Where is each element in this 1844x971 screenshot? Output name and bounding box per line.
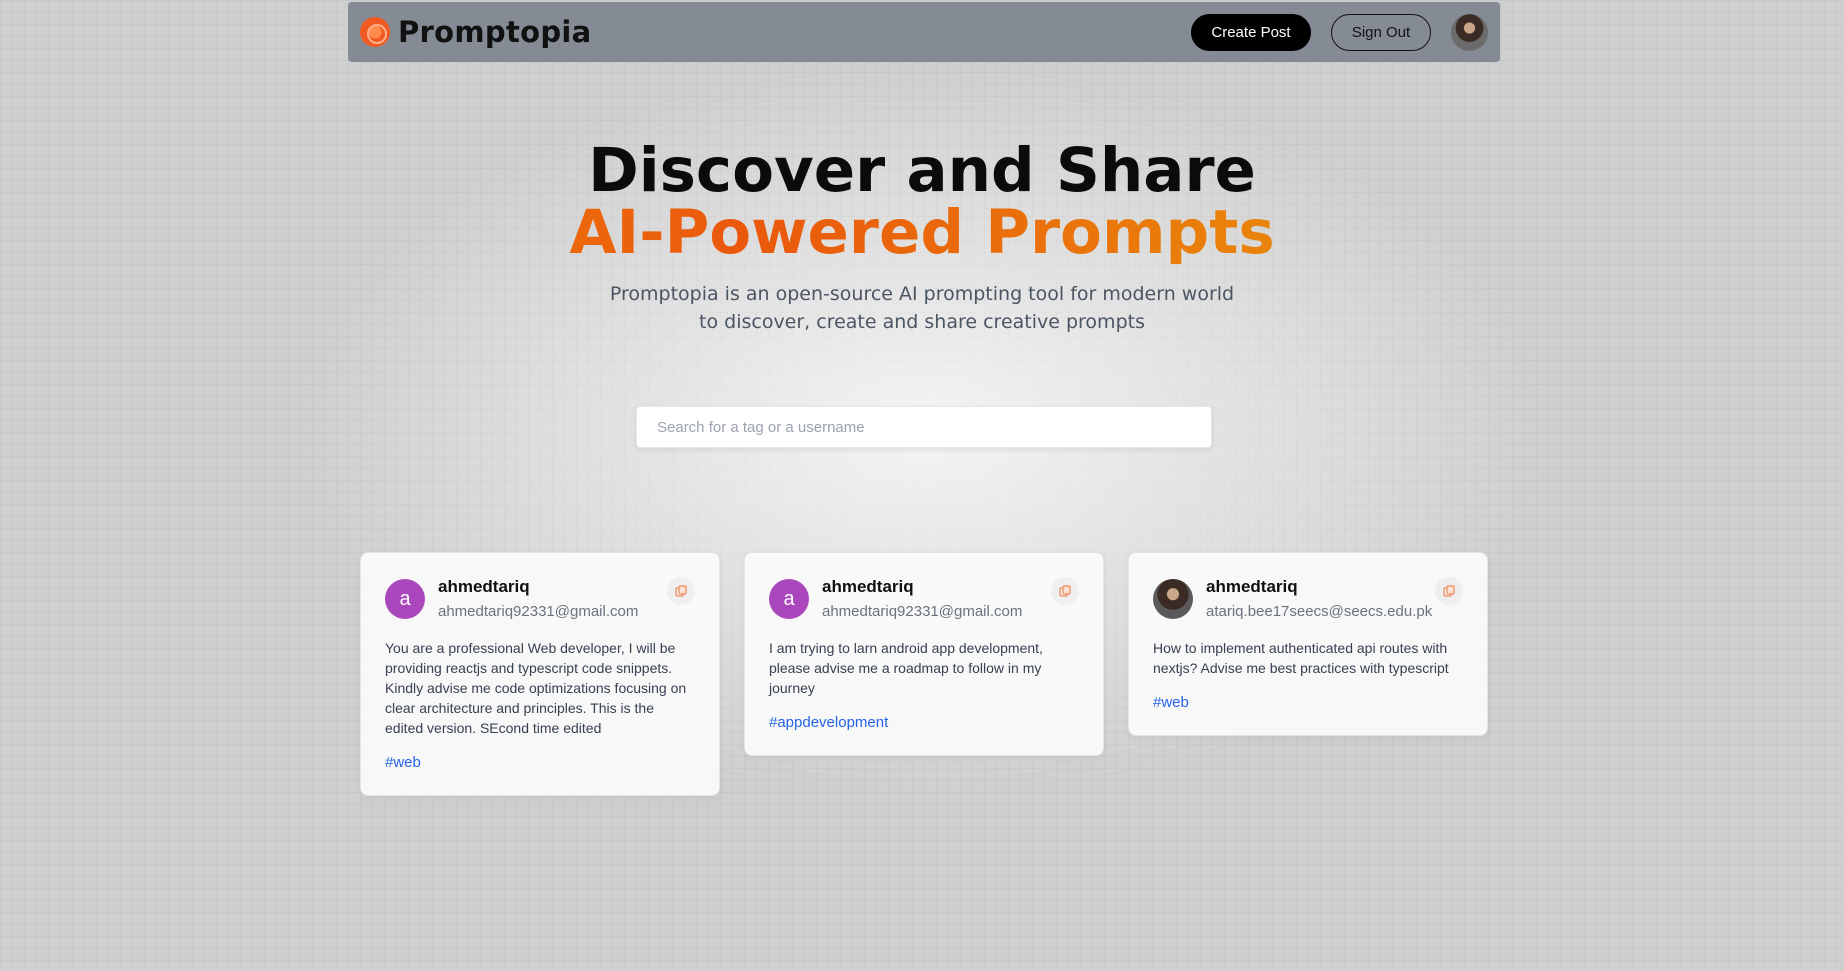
- hero-title-line2: AI-Powered Prompts: [0, 202, 1844, 264]
- hero-title: Discover and Share AI-Powered Prompts: [0, 140, 1844, 264]
- brand-link[interactable]: Promptopia: [360, 15, 592, 49]
- hero-title-line1: Discover and Share: [588, 135, 1256, 206]
- prompt-text: I am trying to larn android app developm…: [769, 640, 1043, 696]
- copy-button[interactable]: [1435, 577, 1463, 605]
- prompt-tag[interactable]: #web: [385, 754, 695, 771]
- prompt-text: How to implement authenticated api route…: [1153, 640, 1449, 676]
- navbar: Promptopia Create Post Sign Out: [348, 2, 1500, 62]
- copy-icon: [1443, 585, 1455, 597]
- card-header: ahmedtariq atariq.bee17seecs@seecs.edu.p…: [1153, 577, 1463, 620]
- username: ahmedtariq: [1206, 577, 1298, 596]
- nav-actions: Create Post Sign Out: [1191, 13, 1488, 51]
- user-email: ahmedtariq92331@gmail.com: [438, 603, 639, 620]
- prompt-tag[interactable]: #web: [1153, 694, 1463, 711]
- create-post-button[interactable]: Create Post: [1191, 13, 1311, 51]
- brand-name: Promptopia: [398, 15, 592, 49]
- user-avatar[interactable]: a: [769, 579, 809, 619]
- user-info[interactable]: ahmedtariq ahmedtariq92331@gmail.com: [822, 577, 1022, 620]
- hero-description: Promptopia is an open-source AI promptin…: [609, 283, 1235, 333]
- user-info[interactable]: ahmedtariq ahmedtariq92331@gmail.com: [438, 577, 638, 620]
- profile-avatar[interactable]: [1451, 13, 1488, 51]
- prompt-card: a ahmedtariq ahmedtariq92331@gmail.com Y…: [360, 552, 720, 796]
- copy-button[interactable]: [1051, 577, 1079, 605]
- copy-icon: [1059, 585, 1071, 597]
- card-header: a ahmedtariq ahmedtariq92331@gmail.com: [769, 577, 1079, 620]
- prompt-tag[interactable]: #appdevelopment: [769, 714, 1079, 731]
- username: ahmedtariq: [822, 577, 914, 596]
- user-avatar[interactable]: a: [385, 579, 425, 619]
- copy-button[interactable]: [667, 577, 695, 605]
- prompt-card: a ahmedtariq ahmedtariq92331@gmail.com I…: [744, 552, 1104, 756]
- sign-out-button[interactable]: Sign Out: [1331, 13, 1431, 51]
- hero-section: Discover and Share AI-Powered Prompts Pr…: [0, 140, 1844, 336]
- user-info[interactable]: ahmedtariq atariq.bee17seecs@seecs.edu.p…: [1206, 577, 1432, 620]
- promptopia-logo-icon: [360, 17, 390, 47]
- user-email: ahmedtariq92331@gmail.com: [822, 603, 1023, 620]
- card-header: a ahmedtariq ahmedtariq92331@gmail.com: [385, 577, 695, 620]
- user-avatar[interactable]: [1153, 579, 1193, 619]
- copy-icon: [675, 585, 687, 597]
- user-email: atariq.bee17seecs@seecs.edu.pk: [1206, 603, 1433, 620]
- prompt-text: You are a professional Web developer, I …: [385, 640, 687, 736]
- username: ahmedtariq: [438, 577, 530, 596]
- prompt-card: ahmedtariq atariq.bee17seecs@seecs.edu.p…: [1128, 552, 1488, 736]
- search-input[interactable]: [636, 406, 1212, 448]
